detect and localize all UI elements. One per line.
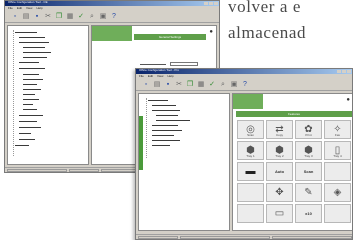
help-icon[interactable]: ?: [241, 81, 249, 89]
front-panel-header: Features: [236, 111, 352, 117]
front-statusbar: [136, 234, 352, 239]
front-logo: [233, 94, 263, 109]
feature-tile-icon: ✎: [304, 186, 313, 198]
save-icon[interactable]: ▪: [33, 13, 41, 21]
feature-tile-icon: ◈: [333, 186, 342, 198]
check-icon[interactable]: ✓: [208, 81, 216, 89]
feature-tile-icon: Auto: [274, 169, 285, 174]
feature-tile[interactable]: Scan: [295, 162, 322, 181]
new-icon[interactable]: ▫: [11, 13, 19, 21]
save-icon[interactable]: ▪: [164, 81, 172, 89]
feature-tile-icon: x10: [305, 211, 312, 216]
feature-tile[interactable]: ✥: [266, 183, 293, 202]
menu-edit[interactable]: Edit: [17, 6, 22, 11]
front-main-panel: ● Features ◎ Scan ⇄ Copy ✿ Print ✧ Fax ⬢ Tray 1 ⬢ T…: [232, 93, 352, 231]
maximize-button[interactable]: [342, 70, 346, 73]
page-text-line-1: volver a e: [228, 0, 302, 16]
feature-tile[interactable]: ⬢ Tray 3: [295, 141, 322, 160]
search-icon[interactable]: ⌕: [88, 13, 96, 21]
feature-tile-label: Fax: [334, 133, 340, 137]
feature-tile[interactable]: ⇄ Copy: [266, 120, 293, 139]
front-tree-panel[interactable]: [138, 93, 230, 231]
feature-tile-icon: Scan: [303, 169, 314, 174]
print-icon[interactable]: ▣: [230, 81, 238, 89]
back-window-toolbar: ▫ ▤ ▪ ✂ ❐ ▦ ✓ ⌕ ▣ ?: [5, 11, 219, 23]
feature-tile-label: Tray 3: [304, 154, 313, 158]
feature-tile[interactable]: x10: [295, 204, 322, 223]
search-icon[interactable]: ⌕: [219, 81, 227, 89]
feature-tile-icon: ✥: [275, 186, 284, 198]
feature-tile-icon: ▬: [245, 165, 256, 177]
open-icon[interactable]: ▤: [22, 13, 30, 21]
tree-highlight: [139, 116, 143, 170]
feature-tile[interactable]: Auto: [266, 162, 293, 181]
new-icon[interactable]: ▫: [142, 81, 150, 89]
check-icon[interactable]: ✓: [77, 13, 85, 21]
back-window-title: Office Configuration Tool - CE: [8, 0, 48, 4]
front-help-icon[interactable]: ●: [346, 97, 350, 103]
cut-icon[interactable]: ✂: [44, 13, 52, 21]
feature-tile[interactable]: ▯ Tray 4: [324, 141, 351, 160]
feature-tile[interactable]: ✧ Fax: [324, 120, 351, 139]
back-logo: [92, 26, 132, 41]
close-button[interactable]: [347, 70, 351, 73]
minimize-button[interactable]: [337, 70, 341, 73]
copy-icon[interactable]: ❐: [55, 13, 63, 21]
front-window-toolbar: ▫ ▤ ▪ ✂ ❐ ▦ ✓ ⌕ ▣ ?: [136, 79, 352, 91]
feature-tile[interactable]: ▬: [237, 162, 264, 181]
menu-edit[interactable]: Edit: [148, 74, 153, 79]
feature-tile[interactable]: [324, 162, 351, 181]
feature-tile[interactable]: [324, 204, 351, 223]
feature-tile-label: Tray 1: [246, 154, 255, 158]
back-help-icon[interactable]: ●: [209, 29, 213, 35]
feature-tile[interactable]: ◎ Scan: [237, 120, 264, 139]
menu-view[interactable]: View: [157, 74, 163, 79]
feature-tile[interactable]: ✎: [295, 183, 322, 202]
feature-tile[interactable]: [237, 183, 264, 202]
feature-tile-label: Print: [305, 133, 312, 137]
help-icon[interactable]: ?: [110, 13, 118, 21]
back-panel-header: General Settings: [134, 34, 206, 40]
back-tree-panel[interactable]: [7, 25, 89, 165]
cut-icon[interactable]: ✂: [175, 81, 183, 89]
menu-file[interactable]: File: [139, 74, 144, 79]
maximize-button[interactable]: [209, 2, 213, 5]
menu-file[interactable]: File: [8, 6, 13, 11]
front-window-title: Office Configuration Tool - Pro: [139, 68, 180, 72]
feature-tile[interactable]: ⬢ Tray 2: [266, 141, 293, 160]
front-window-titlebar[interactable]: Office Configuration Tool - Pro: [136, 69, 352, 74]
menu-view[interactable]: View: [26, 6, 32, 11]
feature-tile-label: Copy: [275, 133, 283, 137]
menu-help[interactable]: Help: [36, 6, 42, 11]
feature-tile[interactable]: ✿ Print: [295, 120, 322, 139]
minimize-button[interactable]: [204, 2, 208, 5]
back-field-1[interactable]: [170, 62, 198, 66]
paste-icon[interactable]: ▦: [66, 13, 74, 21]
print-icon[interactable]: ▣: [99, 13, 107, 21]
page-text: volver a e almacenad: [228, 0, 353, 46]
close-button[interactable]: [214, 2, 218, 5]
feature-tile[interactable]: ◈: [324, 183, 351, 202]
page-text-line-2: almacenad: [228, 23, 307, 42]
feature-tile-label: Tray 2: [275, 154, 284, 158]
feature-tile-label: Scan: [247, 133, 254, 137]
open-icon[interactable]: ▤: [153, 81, 161, 89]
feature-tile-icon: ▭: [274, 207, 285, 219]
feature-tile[interactable]: ⬢ Tray 1: [237, 141, 264, 160]
paste-icon[interactable]: ▦: [197, 81, 205, 89]
menu-help[interactable]: Help: [167, 74, 173, 79]
feature-tile-label: Tray 4: [333, 154, 342, 158]
back-window-titlebar[interactable]: Office Configuration Tool - CE: [5, 1, 219, 6]
feature-tile[interactable]: ▭: [266, 204, 293, 223]
feature-tile[interactable]: [237, 204, 264, 223]
copy-icon[interactable]: ❐: [186, 81, 194, 89]
front-window: Office Configuration Tool - Pro File Edi…: [135, 68, 353, 240]
